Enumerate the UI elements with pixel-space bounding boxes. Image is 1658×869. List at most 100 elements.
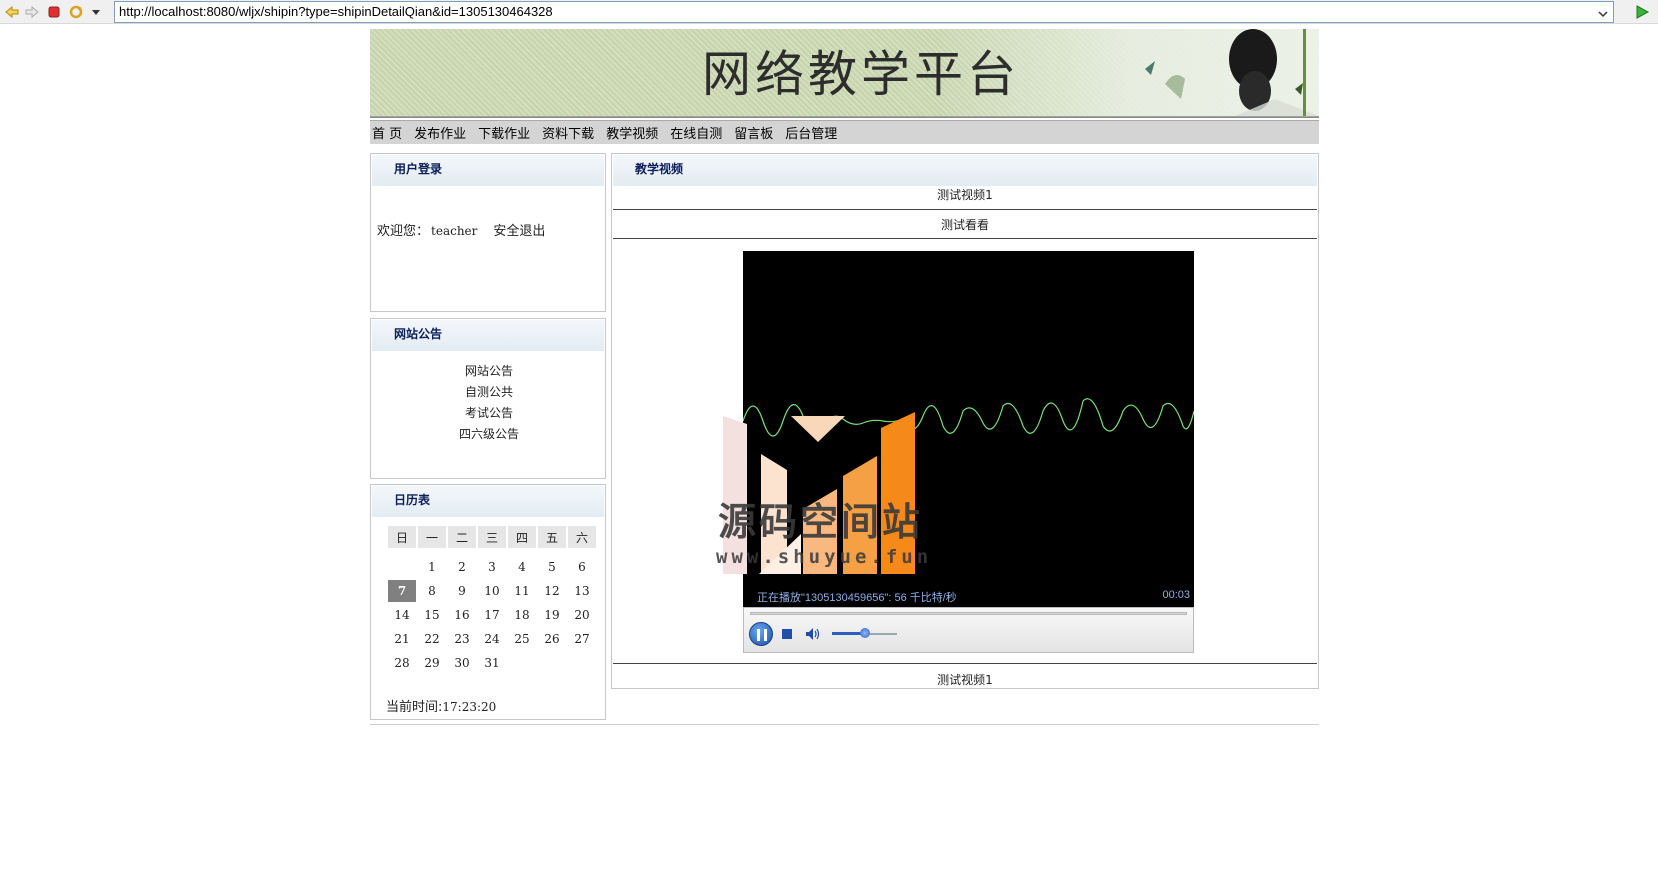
calendar-day[interactable]: 8 xyxy=(418,580,446,602)
calendar-day[interactable]: 22 xyxy=(418,628,446,650)
current-time: 当前时间:17:23:20 xyxy=(386,696,496,715)
calendar-week: 28 29 30 31 xyxy=(388,652,596,674)
back-icon[interactable] xyxy=(4,4,20,20)
main-nav: 首 页 发布作业 下载作业 资料下载 教学视频 在线自测 留言板 后台管理 xyxy=(370,120,1319,144)
calendar-day[interactable]: 9 xyxy=(448,580,476,602)
calendar-day[interactable]: 27 xyxy=(568,628,596,650)
welcome-label: 欢迎您： xyxy=(377,224,430,239)
video-name: 测试视频1 xyxy=(937,188,993,202)
nav-item-publish-homework[interactable]: 发布作业 xyxy=(414,123,466,142)
pause-icon xyxy=(757,629,767,641)
stop-icon[interactable] xyxy=(46,4,62,20)
calendar-day[interactable]: 13 xyxy=(568,580,596,602)
calendar-day[interactable]: 19 xyxy=(538,604,566,626)
calendar-table: 日 一 二 三 四 五 六 1 2 3 4 5 6 7 8 9 10 11 12 13 14 15 16 17 1… xyxy=(386,524,598,676)
nav-item-download-homework[interactable]: 下载作业 xyxy=(478,123,530,142)
nav-item-message-board[interactable]: 留言板 xyxy=(734,123,773,142)
dropdown-icon[interactable] xyxy=(88,4,104,20)
calendar-week: 7 8 9 10 11 12 13 xyxy=(388,580,596,602)
calendar-week: 123456 xyxy=(388,556,596,578)
nav-item-self-test[interactable]: 在线自测 xyxy=(670,123,722,142)
calendar-day[interactable]: 14 xyxy=(388,604,416,626)
calendar-day[interactable]: 6 xyxy=(568,556,596,578)
address-bar[interactable]: http://localhost:8080/wljx/shipin?type=s… xyxy=(114,1,1614,23)
stop-button[interactable] xyxy=(782,629,792,639)
login-panel: 用户登录 欢迎您： teacher 安全退出 xyxy=(370,153,606,312)
calendar-day[interactable]: 4 xyxy=(508,556,536,578)
calendar-day[interactable]: 3 xyxy=(478,556,506,578)
logout-link[interactable]: 安全退出 xyxy=(493,224,545,239)
calendar-day[interactable]: 28 xyxy=(388,652,416,674)
nav-item-videos[interactable]: 教学视频 xyxy=(606,123,658,142)
calendar-day[interactable]: 10 xyxy=(478,580,506,602)
weekday-header: 二 xyxy=(448,526,476,548)
address-url: http://localhost:8080/wljx/shipin?type=s… xyxy=(119,4,553,19)
calendar-day[interactable]: 16 xyxy=(448,604,476,626)
volume-slider-handle[interactable] xyxy=(860,628,870,638)
notice-panel: 网站公告 网站公告 自测公共 考试公告 四六级公告 xyxy=(370,318,606,479)
notice-item[interactable]: 四六级公告 xyxy=(371,425,607,442)
calendar-day[interactable]: 20 xyxy=(568,604,596,626)
divider xyxy=(613,238,1317,239)
calendar-day[interactable]: 30 xyxy=(448,652,476,674)
weekday-header: 三 xyxy=(478,526,506,548)
weekday-header: 一 xyxy=(418,526,446,548)
volume-icon[interactable] xyxy=(804,626,822,645)
video-panel-title: 教学视频 xyxy=(613,155,1317,186)
notice-item[interactable]: 自测公共 xyxy=(371,383,607,400)
calendar-day xyxy=(568,652,596,674)
watermark-text: 源码空间站 xyxy=(718,500,924,544)
calendar-day[interactable]: 29 xyxy=(418,652,446,674)
site-title: 网络教学平台 xyxy=(702,46,1021,103)
calendar-panel-title: 日历表 xyxy=(372,486,604,517)
login-panel-title: 用户登录 xyxy=(372,155,604,186)
divider xyxy=(613,209,1317,210)
calendar-day[interactable]: 15 xyxy=(418,604,446,626)
calendar-day[interactable]: 5 xyxy=(538,556,566,578)
video-panel: 教学视频 测试视频1 测试看看 正在播放"1305130459656": 56 … xyxy=(611,153,1319,689)
video-footer-name: 测试视频1 xyxy=(937,673,993,687)
weekday-header: 日 xyxy=(388,526,416,548)
calendar-day[interactable]: 1 xyxy=(418,556,446,578)
notice-panel-title: 网站公告 xyxy=(372,320,604,351)
calendar-day xyxy=(538,652,566,674)
current-time-label: 当前时间: xyxy=(386,700,443,715)
calendar-day[interactable]: 25 xyxy=(508,628,536,650)
current-time-value: 17:23:20 xyxy=(442,700,497,714)
calendar-day[interactable]: 24 xyxy=(478,628,506,650)
calendar-day[interactable]: 26 xyxy=(538,628,566,650)
banner-separator xyxy=(370,116,1319,117)
notice-item[interactable]: 网站公告 xyxy=(371,362,607,379)
nav-item-home[interactable]: 首 页 xyxy=(372,123,402,142)
notice-item[interactable]: 考试公告 xyxy=(371,404,607,421)
calendar-week: 21 22 23 24 25 26 27 xyxy=(388,628,596,650)
calendar-day[interactable]: 23 xyxy=(448,628,476,650)
weekday-header: 四 xyxy=(508,526,536,548)
forward-icon[interactable] xyxy=(24,4,40,20)
calendar-day[interactable]: 21 xyxy=(388,628,416,650)
weekday-header: 六 xyxy=(568,526,596,548)
weekday-header: 五 xyxy=(538,526,566,548)
banner-decoration-image xyxy=(1145,29,1319,116)
nav-item-admin[interactable]: 后台管理 xyxy=(785,123,837,142)
calendar-day[interactable]: 12 xyxy=(538,580,566,602)
calendar-day[interactable]: 11 xyxy=(508,580,536,602)
pause-button[interactable] xyxy=(749,622,773,646)
watermark-url: www.shuyue.fun xyxy=(716,546,933,568)
calendar-day[interactable]: 2 xyxy=(448,556,476,578)
calendar-day[interactable]: 17 xyxy=(478,604,506,626)
divider xyxy=(613,663,1317,664)
go-icon[interactable] xyxy=(1634,4,1650,20)
calendar-panel: 日历表 日 一 二 三 四 五 六 1 2 3 4 5 6 7 8 9 10 11 12 13 14 15 1… xyxy=(370,484,606,720)
footer-divider xyxy=(370,724,1319,725)
refresh-icon[interactable] xyxy=(68,4,84,20)
calendar-day[interactable]: 18 xyxy=(508,604,536,626)
site-banner: 网络教学平台 xyxy=(370,29,1319,118)
calendar-day[interactable]: 7 xyxy=(388,580,416,602)
calendar-day[interactable]: 31 xyxy=(478,652,506,674)
player-controls xyxy=(743,607,1194,653)
nav-item-resources[interactable]: 资料下载 xyxy=(542,123,594,142)
address-dropdown-icon[interactable] xyxy=(1597,6,1609,18)
welcome-line: 欢迎您： teacher 安全退出 xyxy=(377,220,545,239)
seek-bar[interactable] xyxy=(750,612,1187,615)
